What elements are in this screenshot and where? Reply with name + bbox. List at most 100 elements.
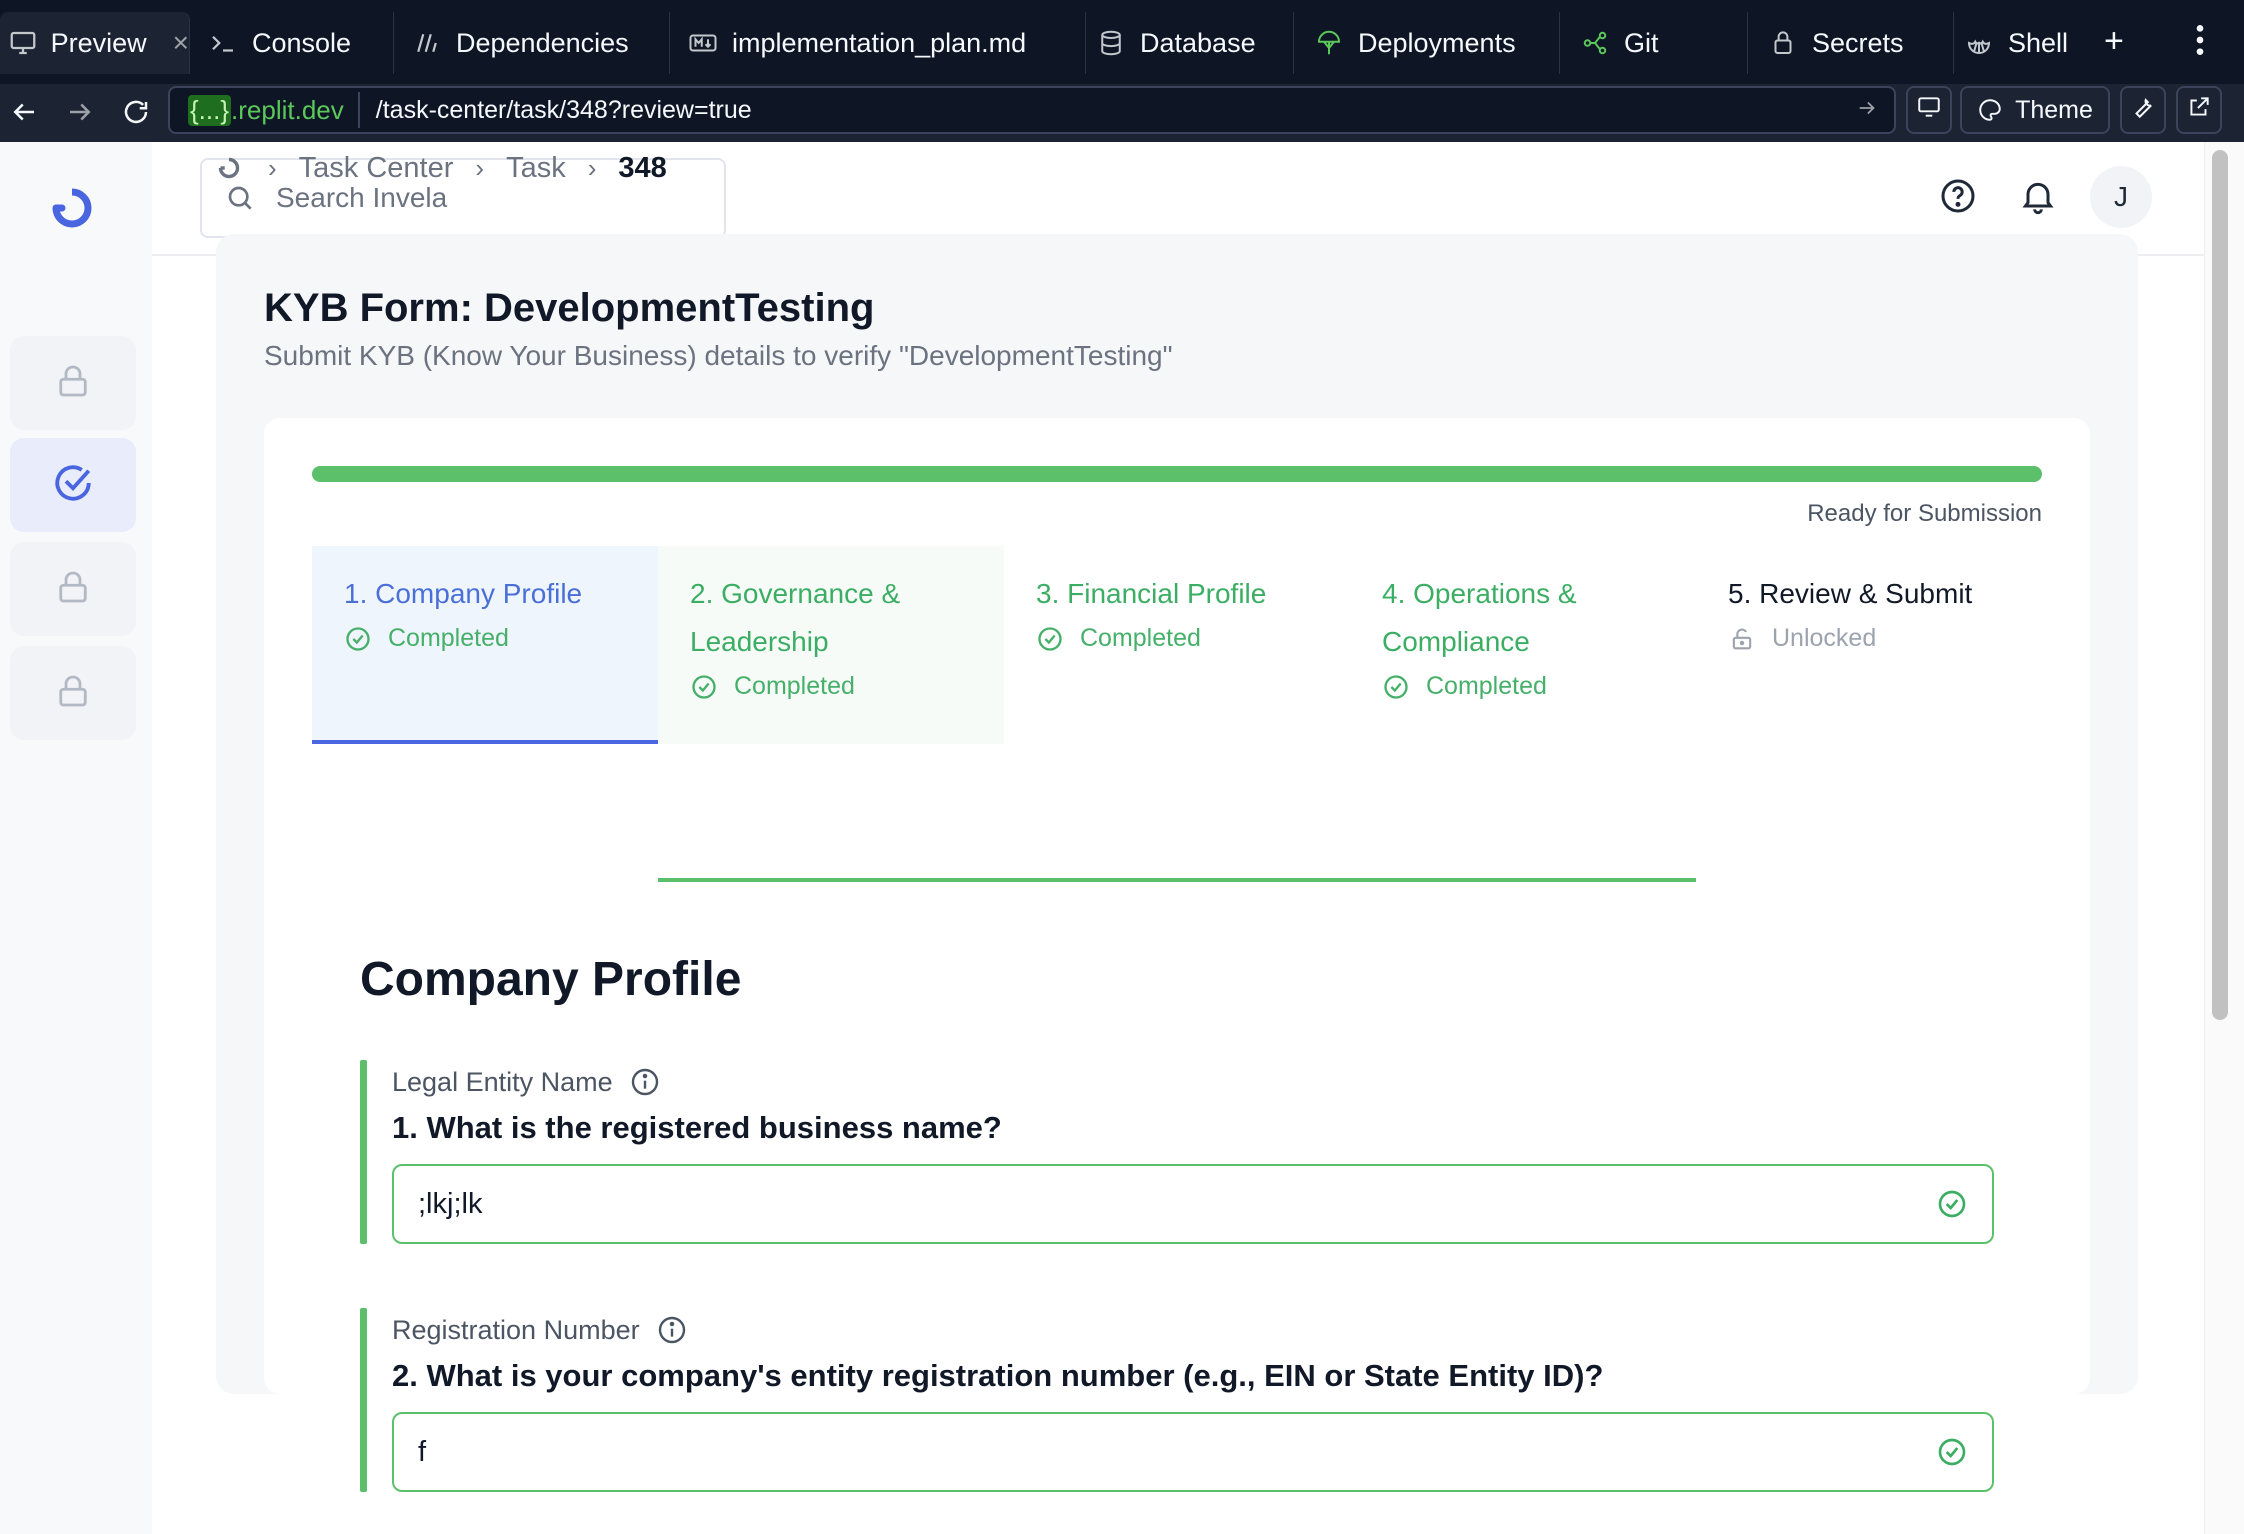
breadcrumb-task-center[interactable]: Task Center <box>299 152 454 185</box>
step-review-submit[interactable]: 5. Review & Submit Unlocked <box>1696 546 2042 744</box>
reload-icon[interactable] <box>116 92 156 132</box>
palette-icon <box>1977 97 2003 123</box>
tab-git[interactable]: Git <box>1570 12 1748 74</box>
invela-logo-icon[interactable] <box>44 180 100 236</box>
tab-preview[interactable]: Preview × <box>0 12 190 74</box>
steps-completed-underline <box>658 878 1696 882</box>
scrollbar-thumb[interactable] <box>2212 150 2228 1020</box>
ide-tab-bar: Preview × Console Dependencies implement… <box>0 0 2244 84</box>
tab-label: Console <box>252 27 352 58</box>
step-company-profile[interactable]: 1. Company Profile Completed <box>312 546 658 744</box>
database-icon <box>1094 26 1128 60</box>
step-status-label: Completed <box>388 624 509 652</box>
check-circle-icon <box>1936 1188 1992 1220</box>
lock-icon <box>52 670 94 717</box>
step-title: 5. Review & Submit <box>1728 578 1973 609</box>
registration-number-input[interactable] <box>418 1435 1936 1469</box>
check-circle-icon <box>690 673 734 701</box>
sidebar-item-locked-1[interactable] <box>10 336 136 430</box>
section-title: Company Profile <box>360 953 742 1006</box>
unlock-icon <box>1728 625 1772 653</box>
question-text: 1. What is the registered business name? <box>392 1110 1002 1145</box>
tab-console[interactable]: Console <box>198 12 394 74</box>
tab-secrets[interactable]: Secrets <box>1758 12 1954 74</box>
sidebar-item-locked-2[interactable] <box>10 542 136 636</box>
breadcrumb: › Task Center › Task › 348 <box>212 146 667 190</box>
legal-entity-name-input[interactable] <box>418 1187 1936 1221</box>
url-input[interactable]: {...} .replit.dev /task-center/task/348?r… <box>168 86 1896 134</box>
tab-database[interactable]: Database <box>1086 12 1294 74</box>
tab-label: Preview <box>50 27 147 58</box>
question-accent-bar <box>360 1308 367 1492</box>
registration-number-field[interactable] <box>392 1412 1994 1492</box>
check-circle-icon <box>1382 673 1426 701</box>
tab-label: Dependencies <box>456 27 629 58</box>
deployments-icon <box>1312 26 1346 60</box>
tab-implementation-plan[interactable]: implementation_plan.md <box>678 12 1086 74</box>
go-arrow-icon[interactable] <box>1856 95 1878 126</box>
devices-button[interactable] <box>1906 86 1952 134</box>
theme-button[interactable]: Theme <box>1960 86 2110 134</box>
external-link-icon <box>2186 94 2212 127</box>
breadcrumb-current: 348 <box>618 151 667 184</box>
close-icon[interactable]: × <box>173 27 189 59</box>
question-accent-bar <box>360 1060 367 1244</box>
step-financial-profile[interactable]: 3. Financial Profile Completed <box>1004 546 1350 744</box>
chevron-right-icon: › <box>587 152 597 183</box>
check-circle-icon <box>1936 1436 1992 1468</box>
devtools-button[interactable] <box>2120 86 2166 134</box>
monitor-icon <box>8 26 39 60</box>
step-status-label: Unlocked <box>1772 624 1877 652</box>
check-circle-icon <box>52 462 94 509</box>
check-circle-icon <box>344 625 388 653</box>
home-icon[interactable] <box>212 151 246 185</box>
back-arrow-icon[interactable] <box>4 92 44 132</box>
domain-text: .replit.dev <box>231 94 344 125</box>
step-title: 4. Operations & Compliance <box>1382 578 1577 657</box>
step-status: Unlocked <box>1728 624 2010 653</box>
forward-arrow-icon[interactable] <box>60 92 100 132</box>
page-title: KYB Form: DevelopmentTesting <box>264 286 875 330</box>
field-label: Registration Number <box>392 1314 688 1346</box>
avatar[interactable]: J <box>2090 166 2152 228</box>
lock-icon <box>52 566 94 613</box>
question-legal-entity-name: Legal Entity Name 1. What is the registe… <box>360 1060 1994 1244</box>
markdown-icon <box>686 26 720 60</box>
sidebar-item-tasks[interactable] <box>10 438 136 532</box>
page-subtitle: Submit KYB (Know Your Business) details … <box>264 340 1173 371</box>
tab-label: Database <box>1140 27 1256 58</box>
info-icon[interactable] <box>613 1066 661 1098</box>
theme-label: Theme <box>2015 95 2093 124</box>
step-status: Completed <box>1036 624 1318 653</box>
open-new-tab-button[interactable] <box>2176 86 2222 134</box>
check-circle-icon <box>1036 625 1080 653</box>
tab-shell[interactable]: Shell <box>1954 12 2088 74</box>
step-title: 3. Financial Profile <box>1036 578 1267 609</box>
chevron-right-icon: › <box>475 152 485 183</box>
progress-status: Ready for Submission <box>1807 500 2042 527</box>
tab-dependencies[interactable]: Dependencies <box>402 12 670 74</box>
terminal-icon <box>206 26 240 60</box>
sidebar-item-locked-3[interactable] <box>10 646 136 740</box>
bell-icon[interactable] <box>2018 176 2062 220</box>
lock-icon <box>1766 26 1800 60</box>
step-status: Completed <box>344 624 626 653</box>
more-options-icon[interactable] <box>2186 20 2214 65</box>
field-label-text: Registration Number <box>392 1314 640 1345</box>
url-path[interactable]: /task-center/task/348?review=true <box>376 96 1856 125</box>
domain-brace: {...} <box>188 94 232 126</box>
field-label: Legal Entity Name <box>392 1066 661 1098</box>
info-icon[interactable] <box>640 1314 688 1346</box>
step-operations-compliance[interactable]: 4. Operations & Compliance Completed <box>1350 546 1696 744</box>
step-governance-leadership[interactable]: 2. Governance & Leadership Completed <box>658 546 1004 744</box>
breadcrumb-task[interactable]: Task <box>506 152 566 185</box>
new-tab-button[interactable]: + <box>2104 22 2124 61</box>
git-icon <box>1578 26 1612 60</box>
legal-entity-name-field[interactable] <box>392 1164 1994 1244</box>
monitor-icon <box>1916 94 1942 127</box>
sidebar <box>0 142 152 1534</box>
help-icon[interactable] <box>1938 176 1982 220</box>
step-status-label: Completed <box>1426 672 1547 700</box>
wrench-icon <box>2130 94 2156 127</box>
tab-deployments[interactable]: Deployments <box>1304 12 1560 74</box>
